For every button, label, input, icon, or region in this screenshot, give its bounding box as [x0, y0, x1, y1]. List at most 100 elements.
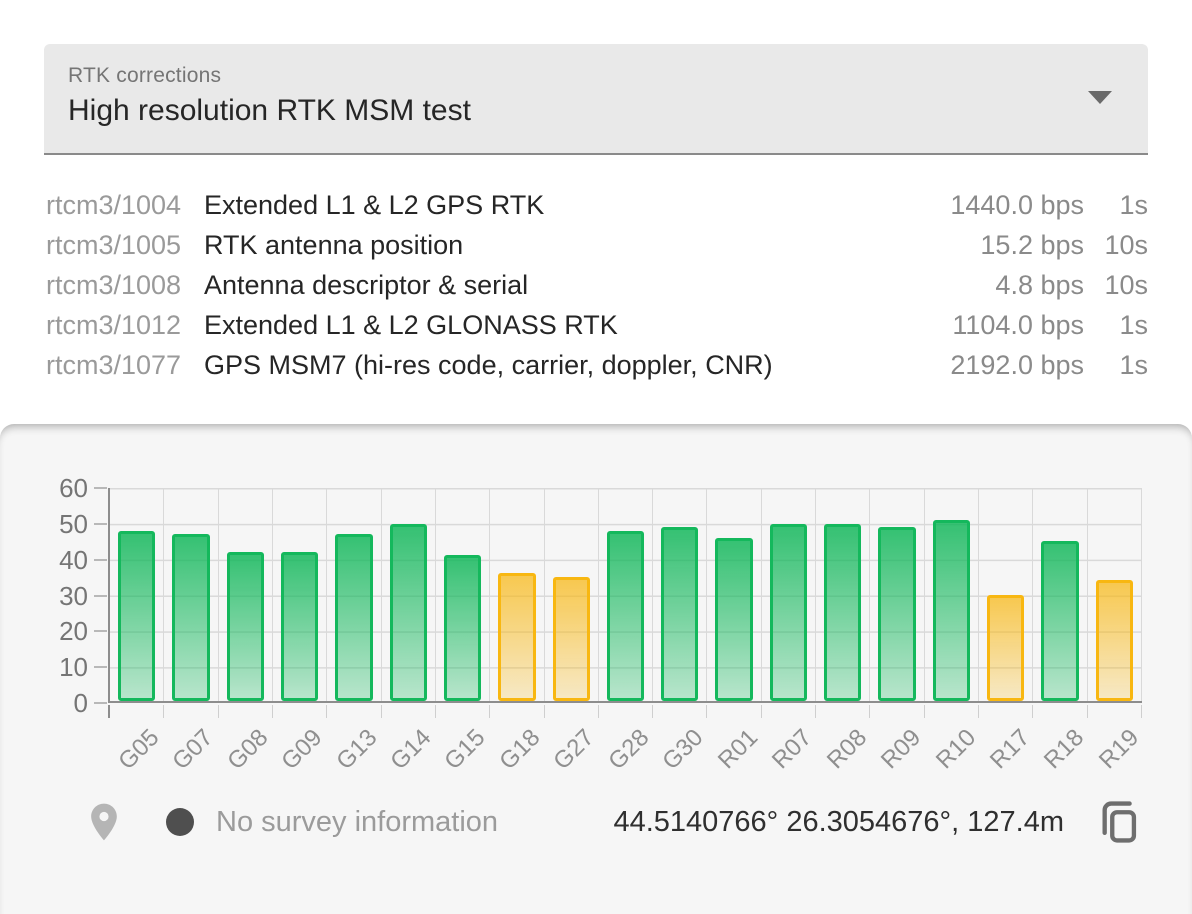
chart-bar-G09	[281, 552, 318, 701]
chart-bar-R19	[1096, 580, 1133, 701]
copy-coordinates-button[interactable]	[1096, 793, 1148, 851]
chart-column	[110, 488, 164, 701]
satellite-snr-card: G05G07G08G09G13G14G15G18G27G28G30R01R07R…	[0, 424, 1192, 914]
y-axis-label: 50	[0, 508, 88, 540]
survey-status-bar: No survey information 44.5140766° 26.305…	[82, 790, 1148, 854]
message-rate: 4.8 bps	[995, 270, 1084, 301]
message-name: Extended L1 & L2 GLONASS RTK	[204, 310, 952, 341]
x-axis-label: G05	[113, 724, 165, 776]
dropdown-selected-value: High resolution RTK MSM test	[68, 94, 471, 128]
y-tick	[94, 559, 107, 561]
x-axis-labels: G05G07G08G09G13G14G15G18G27G28G30R01R07R…	[108, 722, 1142, 794]
x-tick	[1033, 705, 1087, 718]
x-axis-label: G07	[168, 724, 220, 776]
chart-bar-G15	[444, 555, 481, 701]
rtcm-message-row: rtcm3/1077 GPS MSM7 (hi-res code, carrie…	[0, 350, 1192, 390]
x-label-cell: R17	[979, 722, 1033, 794]
x-tick	[979, 705, 1033, 718]
chart-column	[870, 488, 924, 701]
message-interval: 1s	[1084, 350, 1148, 381]
message-code: rtcm3/1008	[46, 270, 204, 301]
message-code: rtcm3/1077	[46, 350, 204, 381]
y-tick	[94, 702, 107, 704]
chart-column	[219, 488, 273, 701]
x-tick	[762, 705, 816, 718]
chart-column	[707, 488, 761, 701]
message-rate: 2192.0 bps	[950, 350, 1084, 381]
x-label-cell: G28	[598, 722, 652, 794]
x-tick	[436, 705, 490, 718]
chart-bar-G05	[118, 531, 155, 701]
y-tick	[94, 630, 107, 632]
chart-column	[979, 488, 1033, 701]
copy-icon	[1096, 793, 1148, 851]
x-axis-label: G27	[549, 724, 601, 776]
message-name: Extended L1 & L2 GPS RTK	[204, 190, 950, 221]
x-label-cell: G09	[271, 722, 325, 794]
message-name: RTK antenna position	[204, 230, 980, 261]
x-axis-label: G15	[440, 724, 492, 776]
chart-bar-G28	[607, 531, 644, 701]
chart-column	[599, 488, 653, 701]
message-code: rtcm3/1005	[46, 230, 204, 261]
x-tick	[707, 705, 761, 718]
chart-bar-R10	[933, 520, 970, 701]
message-rate: 1104.0 bps	[952, 310, 1084, 341]
chart-bar-G14	[390, 524, 427, 702]
x-axis-label: G14	[385, 724, 437, 776]
chart-column	[327, 488, 381, 701]
rtcm-message-row: rtcm3/1008 Antenna descriptor & serial 4…	[0, 270, 1192, 310]
chart-column	[1088, 488, 1142, 701]
x-label-cell: G07	[162, 722, 216, 794]
x-label-cell: R19	[1088, 722, 1142, 794]
chart-bar-R08	[824, 524, 861, 702]
chevron-down-icon	[1088, 91, 1112, 104]
x-axis-label: G13	[331, 724, 383, 776]
x-tick	[599, 705, 653, 718]
x-label-cell: R07	[761, 722, 815, 794]
x-axis-label: R01	[713, 724, 764, 775]
chart-column	[545, 488, 599, 701]
chart-bar-R09	[878, 527, 915, 701]
x-tick	[653, 705, 707, 718]
message-interval: 10s	[1084, 230, 1148, 261]
x-label-cell: G14	[380, 722, 434, 794]
y-axis-label: 10	[0, 651, 88, 683]
chart-column	[653, 488, 707, 701]
chart-bar-R18	[1041, 541, 1078, 701]
survey-status-text: No survey information	[216, 806, 498, 839]
rtcm-message-list: rtcm3/1004 Extended L1 & L2 GPS RTK 1440…	[0, 190, 1192, 390]
chart-column	[273, 488, 327, 701]
message-name: Antenna descriptor & serial	[204, 270, 995, 301]
x-tick	[110, 705, 164, 718]
message-interval: 10s	[1084, 270, 1148, 301]
rtk-corrections-panel: RTK corrections High resolution RTK MSM …	[0, 0, 1192, 424]
x-label-cell: G08	[217, 722, 271, 794]
x-label-cell: G15	[435, 722, 489, 794]
x-axis-label: G30	[657, 724, 709, 776]
y-axis-label: 0	[0, 687, 88, 719]
x-label-cell: R01	[707, 722, 761, 794]
x-axis-ticks	[108, 705, 1142, 718]
message-rate: 1440.0 bps	[950, 190, 1084, 221]
chart-column	[164, 488, 218, 701]
x-label-cell: R09	[870, 722, 924, 794]
x-label-cell: R18	[1033, 722, 1087, 794]
message-interval: 1s	[1084, 190, 1148, 221]
message-code: rtcm3/1004	[46, 190, 204, 221]
x-tick	[164, 705, 218, 718]
x-tick	[327, 705, 381, 718]
x-tick	[219, 705, 273, 718]
rtk-corrections-dropdown[interactable]: RTK corrections High resolution RTK MSM …	[44, 44, 1148, 155]
chart-bar-G27	[553, 577, 590, 701]
rtcm-message-row: rtcm3/1004 Extended L1 & L2 GPS RTK 1440…	[0, 190, 1192, 230]
y-tick	[94, 666, 107, 668]
chart-column	[490, 488, 544, 701]
message-rate: 15.2 bps	[980, 230, 1084, 261]
x-label-cell: R08	[815, 722, 869, 794]
chart-column	[436, 488, 490, 701]
y-axis-label: 30	[0, 580, 88, 612]
x-label-cell: R10	[924, 722, 978, 794]
message-interval: 1s	[1084, 310, 1148, 341]
x-axis-label: R07	[767, 724, 818, 775]
